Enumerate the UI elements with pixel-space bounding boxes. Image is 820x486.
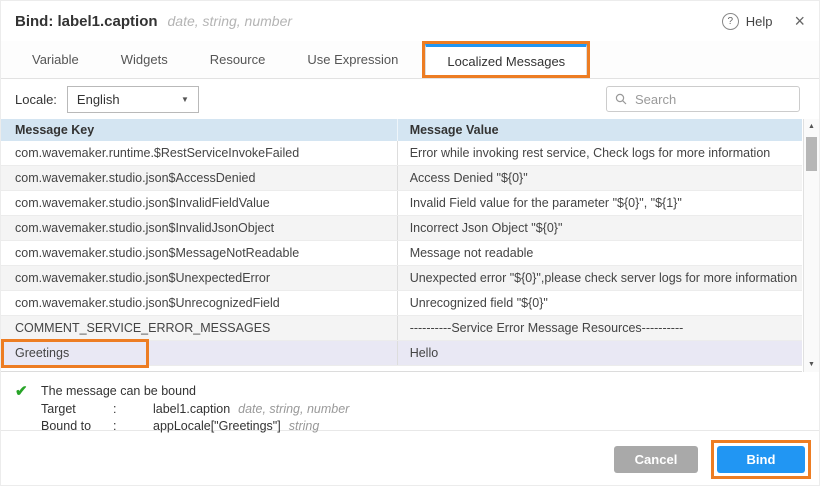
status-message: The message can be bound	[41, 384, 196, 398]
bind-button-annotation: Bind	[711, 440, 811, 479]
search-input[interactable]	[633, 91, 791, 108]
status-message-line: ✔ The message can be bound	[15, 382, 819, 400]
message-key-cell: com.wavemaker.studio.json$UnexpectedErro…	[1, 271, 397, 285]
message-key-cell: com.wavemaker.studio.json$MessageNotRead…	[1, 246, 397, 260]
tab-bar: VariableWidgetsResourceUse ExpressionLoc…	[1, 41, 819, 79]
message-value-cell: Error while invoking rest service, Check…	[397, 141, 802, 165]
message-key-cell: com.wavemaker.runtime.$RestServiceInvoke…	[1, 146, 397, 160]
scroll-up-icon[interactable]: ▲	[804, 123, 819, 130]
search-box[interactable]	[606, 86, 800, 112]
table-header: Message Key Message Value	[1, 119, 802, 141]
toolbar: Locale: English ▼	[1, 79, 819, 119]
table-row[interactable]: com.wavemaker.studio.json$AccessDeniedAc…	[1, 166, 802, 191]
bind-button[interactable]: Bind	[717, 446, 805, 473]
cancel-button[interactable]: Cancel	[614, 446, 698, 473]
table-row[interactable]: GreetingsHello	[1, 341, 802, 366]
tab-widgets[interactable]: Widgets	[100, 41, 189, 78]
title-bar: Bind: label1.caption date, string, numbe…	[1, 1, 819, 41]
tab-use-expression[interactable]: Use Expression	[286, 41, 419, 78]
target-row: Target : label1.caption date, string, nu…	[41, 401, 819, 417]
table-row[interactable]: com.wavemaker.studio.json$UnrecognizedFi…	[1, 291, 802, 316]
message-key-cell: com.wavemaker.studio.json$AccessDenied	[1, 171, 397, 185]
tab-variable[interactable]: Variable	[11, 41, 100, 78]
locale-selected-value: English	[77, 92, 120, 107]
message-key-cell: com.wavemaker.studio.json$UnrecognizedFi…	[1, 296, 397, 310]
message-value-cell: Unexpected error "${0}",please check ser…	[397, 266, 802, 290]
table-row[interactable]: com.wavemaker.studio.json$InvalidFieldVa…	[1, 191, 802, 216]
message-value-cell: Incorrect Json Object "${0}"	[397, 216, 802, 240]
help-icon[interactable]: ?	[722, 13, 739, 30]
messages-table: Message Key Message Value com.wavemaker.…	[1, 119, 819, 372]
scroll-down-icon[interactable]: ▼	[804, 361, 819, 368]
binding-status: ✔ The message can be bound Target : labe…	[1, 372, 819, 430]
message-key-cell: COMMENT_SERVICE_ERROR_MESSAGES	[1, 321, 397, 335]
tab-resource[interactable]: Resource	[189, 41, 287, 78]
target-colon: :	[113, 402, 153, 416]
search-icon	[615, 93, 627, 105]
bound-to-value: appLocale["Greetings"]	[153, 419, 281, 433]
message-value-cell: ----------Service Error Message Resource…	[397, 316, 802, 340]
bound-to-colon: :	[113, 419, 153, 433]
column-header-message-value: Message Value	[397, 119, 802, 141]
button-bar: Cancel Bind	[1, 430, 819, 486]
message-value-cell: Unrecognized field "${0}"	[397, 291, 802, 315]
message-value-cell: Message not readable	[397, 241, 802, 265]
table-row[interactable]: COMMENT_SERVICE_ERROR_MESSAGES----------…	[1, 316, 802, 341]
table-row[interactable]: com.wavemaker.studio.json$InvalidJsonObj…	[1, 216, 802, 241]
target-types: date, string, number	[238, 402, 349, 416]
partial-row	[1, 366, 802, 372]
message-value-cell: Access Denied "${0}"	[397, 166, 802, 190]
dialog-title: Bind: label1.caption	[15, 13, 158, 30]
check-icon: ✔	[15, 382, 41, 400]
bound-to-type: string	[289, 419, 320, 433]
target-value: label1.caption	[153, 402, 230, 416]
column-header-message-key: Message Key	[1, 123, 397, 137]
message-value-cell: Invalid Field value for the parameter "$…	[397, 191, 802, 215]
locale-label: Locale:	[15, 92, 57, 107]
locale-dropdown[interactable]: English ▼	[67, 86, 199, 113]
message-value-cell: Hello	[397, 341, 802, 365]
message-key-cell: Greetings	[1, 346, 397, 360]
tab-localized-messages[interactable]: Localized Messages	[425, 44, 587, 75]
close-icon[interactable]: ×	[794, 12, 805, 30]
dialog-subtitle: date, string, number	[168, 13, 293, 29]
help-link[interactable]: Help	[746, 14, 773, 29]
chevron-down-icon: ▼	[181, 95, 189, 104]
table-row[interactable]: com.wavemaker.studio.json$MessageNotRead…	[1, 241, 802, 266]
bound-to-label: Bound to	[41, 419, 113, 433]
table-content: Message Key Message Value com.wavemaker.…	[1, 119, 802, 366]
message-key-cell: com.wavemaker.studio.json$InvalidFieldVa…	[1, 196, 397, 210]
table-body: com.wavemaker.runtime.$RestServiceInvoke…	[1, 141, 802, 366]
active-tab-annotation: Localized Messages	[422, 41, 590, 78]
table-row[interactable]: com.wavemaker.studio.json$UnexpectedErro…	[1, 266, 802, 291]
table-scrollbar[interactable]: ▲ ▼	[803, 119, 819, 372]
scrollbar-thumb[interactable]	[806, 137, 817, 171]
bind-dialog: Bind: label1.caption date, string, numbe…	[0, 0, 820, 486]
target-label: Target	[41, 402, 113, 416]
table-row[interactable]: com.wavemaker.runtime.$RestServiceInvoke…	[1, 141, 802, 166]
titlebar-actions: ? Help ×	[722, 12, 805, 30]
message-key-cell: com.wavemaker.studio.json$InvalidJsonObj…	[1, 221, 397, 235]
